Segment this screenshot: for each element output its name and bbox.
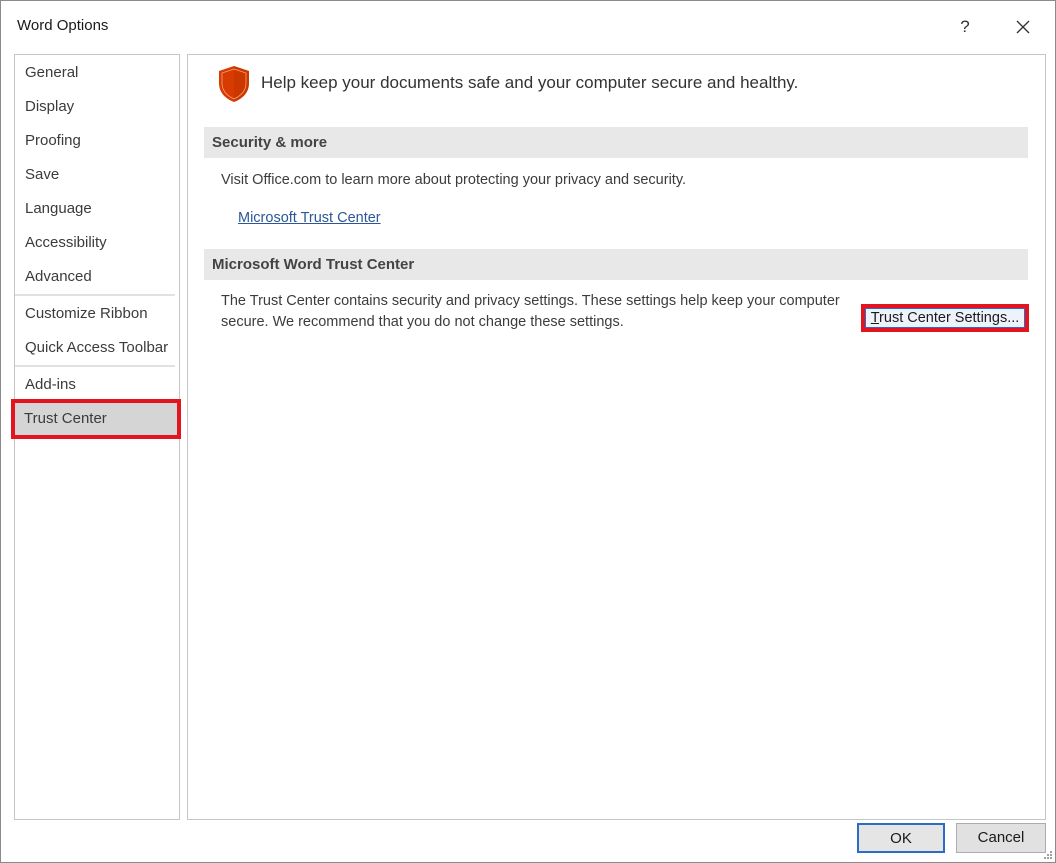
sidebar-divider xyxy=(15,365,175,367)
sidebar-item-accessibility[interactable]: Accessibility xyxy=(15,226,179,260)
page-headline: Help keep your documents safe and your c… xyxy=(261,73,799,92)
trust-center-description-line2: secure. We recommend that you do not cha… xyxy=(221,314,624,330)
sidebar-item-quick-access-toolbar[interactable]: Quick Access Toolbar xyxy=(15,331,179,365)
security-description: Visit Office.com to learn more about pro… xyxy=(221,172,687,188)
trust-center-description-line1: The Trust Center contains security and p… xyxy=(221,293,840,309)
help-button[interactable]: ? xyxy=(949,13,981,41)
sidebar-item-language[interactable]: Language xyxy=(15,192,179,226)
close-button[interactable] xyxy=(1007,13,1039,41)
microsoft-trust-center-link[interactable]: Microsoft Trust Center xyxy=(238,210,381,226)
trust-center-description: The Trust Center contains security and p… xyxy=(221,291,840,333)
button-focus-border xyxy=(865,308,1025,328)
shield-icon xyxy=(219,66,249,102)
close-icon xyxy=(1016,20,1030,34)
cancel-button[interactable]: Cancel xyxy=(956,823,1046,853)
sidebar-divider xyxy=(15,294,175,296)
section-header-security: Security & more xyxy=(204,127,1028,158)
sidebar-item-proofing[interactable]: Proofing xyxy=(15,124,179,158)
word-options-dialog: Word Options ? General Display Proofing … xyxy=(0,0,1056,863)
resize-grip-icon[interactable] xyxy=(1043,850,1053,860)
sidebar-item-save[interactable]: Save xyxy=(15,158,179,192)
section-header-trust-center: Microsoft Word Trust Center xyxy=(204,249,1028,280)
title-bar: Word Options ? xyxy=(1,1,1055,51)
sidebar-item-display[interactable]: Display xyxy=(15,90,179,124)
sidebar-item-customize-ribbon[interactable]: Customize Ribbon xyxy=(15,297,179,331)
sidebar-item-trust-center[interactable]: Trust Center xyxy=(11,399,181,439)
sidebar-item-advanced[interactable]: Advanced xyxy=(15,260,179,294)
sidebar-item-add-ins[interactable]: Add-ins xyxy=(15,368,179,402)
trust-center-settings-button[interactable]: Trust Center Settings... xyxy=(861,304,1029,332)
ok-button[interactable]: OK xyxy=(857,823,945,853)
dialog-title: Word Options xyxy=(17,17,109,34)
options-sidebar: General Display Proofing Save Language A… xyxy=(11,54,181,820)
sidebar-item-general[interactable]: General xyxy=(15,56,179,90)
trust-center-panel: Help keep your documents safe and your c… xyxy=(187,54,1046,820)
